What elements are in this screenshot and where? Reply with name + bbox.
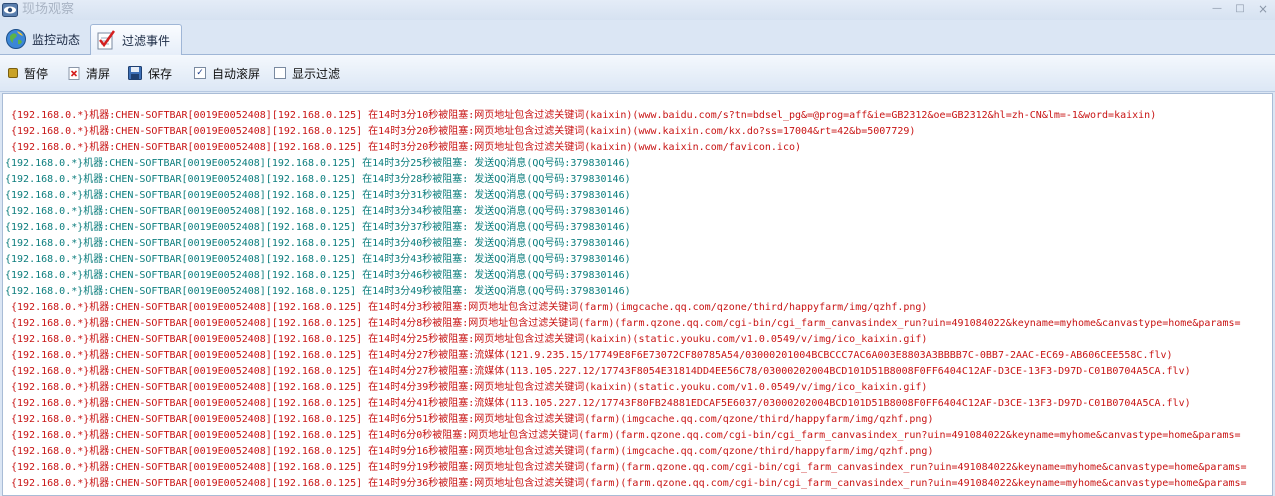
show-filter-label: 显示过滤 [292,66,341,81]
globe-icon [6,29,26,49]
event-log[interactable]: {192.168.0.*}机器:CHEN-SOFTBAR[0019E005240… [2,93,1273,496]
log-line: {192.168.0.*}机器:CHEN-SOFTBAR[0019E005240… [5,206,631,217]
log-line: {192.168.0.*}机器:CHEN-SOFTBAR[0019E005240… [11,430,1241,441]
toolbar: 暂停 清屏 保存 ✓ 自动滚屏 显示过滤 [0,55,1275,92]
clear-screen-label: 清屏 [86,66,111,81]
title-bar: 现场观察 — □ × [0,0,1275,20]
filter-checklist-icon [97,30,116,50]
autoscroll-checkbox[interactable]: ✓ 自动滚屏 [194,65,260,81]
log-line: {192.168.0.*}机器:CHEN-SOFTBAR[0019E005240… [5,174,631,185]
log-line: {192.168.0.*}机器:CHEN-SOFTBAR[0019E005240… [11,318,1241,329]
pause-label: 暂停 [24,66,49,81]
log-line: {192.168.0.*}机器:CHEN-SOFTBAR[0019E005240… [11,414,934,425]
clear-screen-button[interactable]: 清屏 [68,65,110,81]
log-line: {192.168.0.*}机器:CHEN-SOFTBAR[0019E005240… [11,350,1173,361]
clear-icon [68,66,80,80]
log-line: {192.168.0.*}机器:CHEN-SOFTBAR[0019E005240… [5,254,631,265]
autoscroll-check-box[interactable]: ✓ [194,67,206,79]
log-line: {192.168.0.*}机器:CHEN-SOFTBAR[0019E005240… [5,222,631,233]
log-line: {192.168.0.*}机器:CHEN-SOFTBAR[0019E005240… [11,334,928,345]
window-title: 现场观察 [22,2,75,17]
event-log-lines: {192.168.0.*}机器:CHEN-SOFTBAR[0019E005240… [3,108,1247,492]
log-line: {192.168.0.*}机器:CHEN-SOFTBAR[0019E005240… [11,110,1157,121]
show-filter-checkbox[interactable]: 显示过滤 [274,65,340,81]
log-line: {192.168.0.*}机器:CHEN-SOFTBAR[0019E005240… [5,190,631,201]
log-line: {192.168.0.*}机器:CHEN-SOFTBAR[0019E005240… [5,158,631,169]
pause-icon [8,68,18,78]
log-line: {192.168.0.*}机器:CHEN-SOFTBAR[0019E005240… [5,238,631,249]
log-line: {192.168.0.*}机器:CHEN-SOFTBAR[0019E005240… [11,366,1191,377]
log-line: {192.168.0.*}机器:CHEN-SOFTBAR[0019E005240… [5,286,631,297]
tab-monitor-label: 监控动态 [32,32,81,47]
pause-button[interactable]: 暂停 [8,65,48,81]
log-line: {192.168.0.*}机器:CHEN-SOFTBAR[0019E005240… [11,462,1247,473]
close-button[interactable]: × [1254,2,1272,16]
show-filter-check-box[interactable] [274,67,286,79]
log-line: {192.168.0.*}机器:CHEN-SOFTBAR[0019E005240… [11,478,1247,489]
app-eye-icon [2,3,18,17]
log-line: {192.168.0.*}机器:CHEN-SOFTBAR[0019E005240… [11,142,802,153]
tab-strip: 监控动态 过滤事件 [0,20,1275,55]
minimize-button[interactable]: — [1208,2,1226,16]
log-line: {192.168.0.*}机器:CHEN-SOFTBAR[0019E005240… [11,382,928,393]
log-line: {192.168.0.*}机器:CHEN-SOFTBAR[0019E005240… [11,126,916,137]
save-button[interactable]: 保存 [128,65,172,81]
autoscroll-label: 自动滚屏 [212,66,261,81]
tab-monitor[interactable]: 监控动态 [1,24,87,54]
tab-filter-events-label: 过滤事件 [122,33,171,48]
log-line: {192.168.0.*}机器:CHEN-SOFTBAR[0019E005240… [11,302,928,313]
log-line: {192.168.0.*}机器:CHEN-SOFTBAR[0019E005240… [11,398,1191,409]
save-label: 保存 [148,66,173,81]
log-line: {192.168.0.*}机器:CHEN-SOFTBAR[0019E005240… [11,446,934,457]
log-line: {192.168.0.*}机器:CHEN-SOFTBAR[0019E005240… [5,270,631,281]
save-disk-icon [128,66,142,80]
maximize-button[interactable]: □ [1231,2,1249,16]
tab-filter-events[interactable]: 过滤事件 [90,24,182,55]
